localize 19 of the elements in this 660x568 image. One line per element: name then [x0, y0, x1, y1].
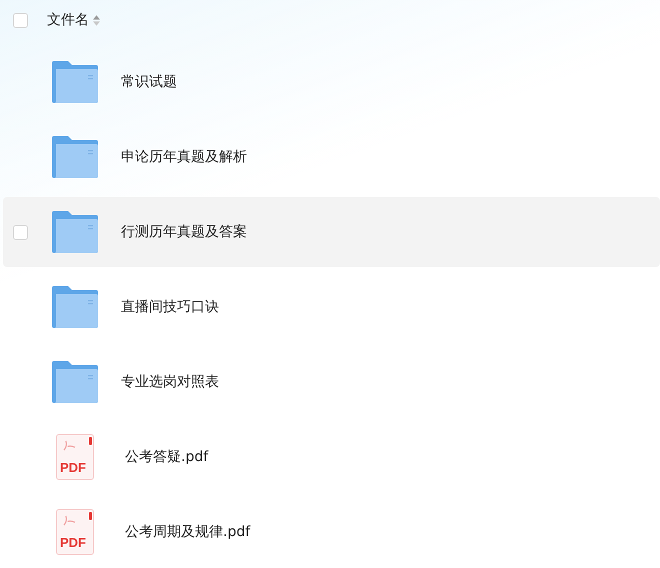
folder-icon — [52, 61, 98, 103]
sort-icon[interactable] — [93, 14, 100, 26]
file-name[interactable]: 直播间技巧口诀 — [121, 298, 219, 316]
folder-icon — [52, 136, 98, 178]
pdf-icon: PDF — [56, 509, 94, 555]
folder-icon — [52, 211, 98, 253]
file-name[interactable]: 公考答疑.pdf — [125, 448, 208, 466]
file-name[interactable]: 行测历年真题及答案 — [121, 223, 247, 241]
file-name[interactable]: 申论历年真题及解析 — [121, 148, 247, 166]
folder-icon — [52, 286, 98, 328]
column-header[interactable]: 文件名 — [47, 11, 89, 29]
file-name[interactable]: 公考周期及规律.pdf — [125, 523, 250, 541]
file-name[interactable]: 常识试题 — [121, 73, 177, 91]
file-name[interactable]: 专业选岗对照表 — [121, 373, 219, 391]
select-all-checkbox[interactable] — [13, 12, 28, 28]
file-row[interactable]: 行测历年真题及答案 — [3, 197, 660, 267]
pdf-icon: PDF — [56, 434, 94, 480]
folder-icon — [52, 361, 98, 403]
row-checkbox[interactable] — [13, 224, 28, 240]
